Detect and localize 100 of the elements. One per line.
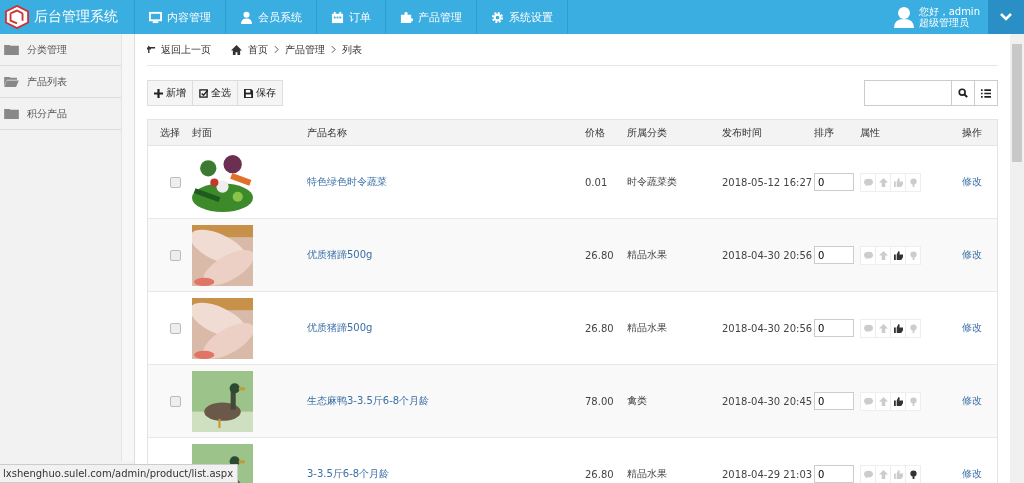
product-name-link[interactable]: 优质猪蹄500g: [307, 322, 373, 333]
hot-toggle[interactable]: [905, 391, 921, 411]
hot-toggle[interactable]: [905, 464, 921, 483]
edit-link[interactable]: 修改: [962, 322, 982, 333]
top-toggle[interactable]: [875, 245, 891, 265]
bulb-icon: [908, 396, 918, 406]
product-name-link[interactable]: 特色绿色时令蔬菜: [307, 176, 387, 187]
puzzle-icon: [400, 10, 413, 24]
row-checkbox[interactable]: [169, 322, 181, 334]
arrow-up-icon: [878, 250, 888, 260]
speech-bubble-icon: [863, 323, 873, 333]
back-arrow-icon: [147, 45, 156, 54]
category: 精品水果: [626, 467, 668, 481]
scrollbar[interactable]: [1010, 34, 1024, 483]
user-role: 超级管理员: [918, 17, 970, 28]
search-button[interactable]: [952, 80, 975, 106]
hot-toggle[interactable]: [905, 318, 921, 338]
top-toggle[interactable]: [875, 391, 891, 411]
category: 时令蔬菜类: [626, 175, 678, 189]
top-toggle[interactable]: [875, 318, 891, 338]
column-header: 发布时间: [721, 125, 763, 140]
price: 26.80: [584, 468, 615, 480]
price: 78.00: [584, 395, 615, 407]
dropdown-button[interactable]: [988, 0, 1024, 34]
bulb-icon: [908, 250, 918, 260]
recommend-toggle[interactable]: [890, 318, 906, 338]
recommend-toggle[interactable]: [890, 172, 906, 192]
arrow-up-icon: [878, 396, 888, 406]
search-field[interactable]: [864, 80, 952, 106]
column-header: 操作: [961, 125, 983, 140]
recommend-toggle[interactable]: [890, 245, 906, 265]
product-name-link[interactable]: 3-3.5斤6-8个月龄: [307, 468, 390, 479]
status-bar-url: lxshenghuo.sulel.com/admin/product/list.aspx: [0, 464, 239, 483]
user-icon: [240, 10, 253, 24]
avatar-icon: [893, 6, 914, 28]
back-link[interactable]: 返回上一页: [147, 42, 211, 57]
column-header: 价格: [584, 125, 606, 140]
sort-order-field[interactable]: 0: [814, 173, 854, 191]
bulb-icon: [908, 469, 918, 479]
edit-link[interactable]: 修改: [962, 468, 982, 479]
edit-link[interactable]: 修改: [962, 249, 982, 260]
comment-toggle[interactable]: [860, 464, 876, 483]
comment-toggle[interactable]: [860, 245, 876, 265]
breadcrumb-link[interactable]: 首页: [248, 42, 268, 57]
speech-bubble-icon: [863, 250, 873, 260]
sort-order-field[interactable]: 0: [814, 246, 854, 264]
thumbs-up-icon: [893, 396, 903, 406]
speech-bubble-icon: [863, 469, 873, 479]
chevron-right-icon: [274, 45, 279, 54]
column-header: 属性: [859, 125, 881, 140]
arrow-up-icon: [878, 323, 888, 333]
user-greeting: 您好，admin: [918, 6, 980, 17]
column-header: 产品名称: [306, 125, 348, 140]
toolbar-button[interactable]: 全选: [193, 81, 238, 105]
scrollbar[interactable]: [121, 34, 134, 461]
list-icon: [981, 88, 991, 98]
top-toggle[interactable]: [875, 172, 891, 192]
comment-toggle[interactable]: [860, 318, 876, 338]
monitor-icon: [149, 10, 162, 24]
arrow-up-icon: [878, 177, 888, 187]
column-header: 排序: [813, 125, 835, 140]
product-name-link[interactable]: 优质猪蹄500g: [307, 249, 373, 260]
column-header: 封面: [191, 125, 213, 140]
arrow-up-icon: [878, 469, 888, 479]
category: 精品水果: [626, 321, 668, 335]
recommend-toggle[interactable]: [890, 391, 906, 411]
toolbar-button[interactable]: 新增: [148, 81, 193, 105]
hot-toggle[interactable]: [905, 172, 921, 192]
list-view-button[interactable]: [975, 80, 998, 106]
row-checkbox[interactable]: [169, 249, 181, 261]
category: 精品水果: [626, 248, 668, 262]
plus-icon: [154, 88, 163, 98]
comment-toggle[interactable]: [860, 172, 876, 192]
category: 禽类: [626, 394, 648, 408]
product-name-link[interactable]: 生态麻鸭3-3.5斤6-8个月龄: [307, 395, 430, 406]
speech-bubble-icon: [863, 177, 873, 187]
home-icon: [231, 44, 242, 55]
breadcrumb-link[interactable]: 列表: [342, 42, 362, 57]
edit-link[interactable]: 修改: [962, 395, 982, 406]
checkbox-icon: [199, 88, 208, 98]
price: 0.01: [584, 176, 609, 188]
comment-toggle[interactable]: [860, 391, 876, 411]
bulb-icon: [908, 177, 918, 187]
calendar-icon: [331, 10, 344, 24]
search-icon: [958, 88, 968, 98]
sort-order-field[interactable]: 0: [814, 319, 854, 337]
save-icon: [244, 88, 253, 98]
chevron-right-icon: [331, 45, 336, 54]
edit-link[interactable]: 修改: [962, 176, 982, 187]
breadcrumb-link[interactable]: 产品管理: [285, 42, 325, 57]
row-checkbox[interactable]: [169, 176, 181, 188]
settings-icon: [491, 10, 504, 24]
toolbar-button[interactable]: 保存: [238, 81, 282, 105]
sort-order-field[interactable]: 0: [814, 465, 854, 483]
hot-toggle[interactable]: [905, 245, 921, 265]
thumbs-up-icon: [893, 250, 903, 260]
sort-order-field[interactable]: 0: [814, 392, 854, 410]
row-checkbox[interactable]: [169, 395, 181, 407]
scroll-thumb[interactable]: [1012, 44, 1022, 162]
price: 26.80: [584, 322, 615, 334]
